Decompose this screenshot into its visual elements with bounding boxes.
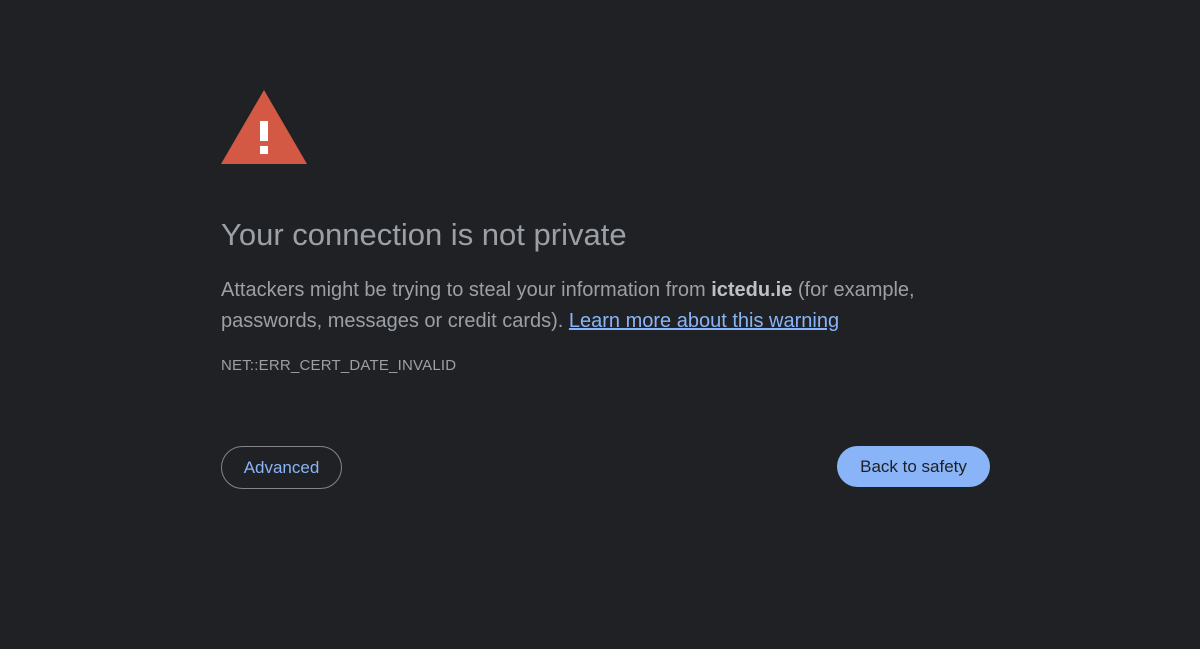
error-code: NET::ERR_CERT_DATE_INVALID [221,357,457,374]
explanation-prefix: Attackers might be trying to steal your … [221,279,712,301]
page-title: Your connection is not private [221,217,627,252]
learn-more-link[interactable]: Learn more about this warning [569,310,839,332]
domain-name: ictedu.ie [711,279,793,301]
back-to-safety-button[interactable]: Back to safety [837,446,990,487]
explanation-text: Attackers might be trying to steal your … [221,275,941,337]
warning-triangle-icon [221,90,307,164]
advanced-button[interactable]: Advanced [221,446,342,489]
